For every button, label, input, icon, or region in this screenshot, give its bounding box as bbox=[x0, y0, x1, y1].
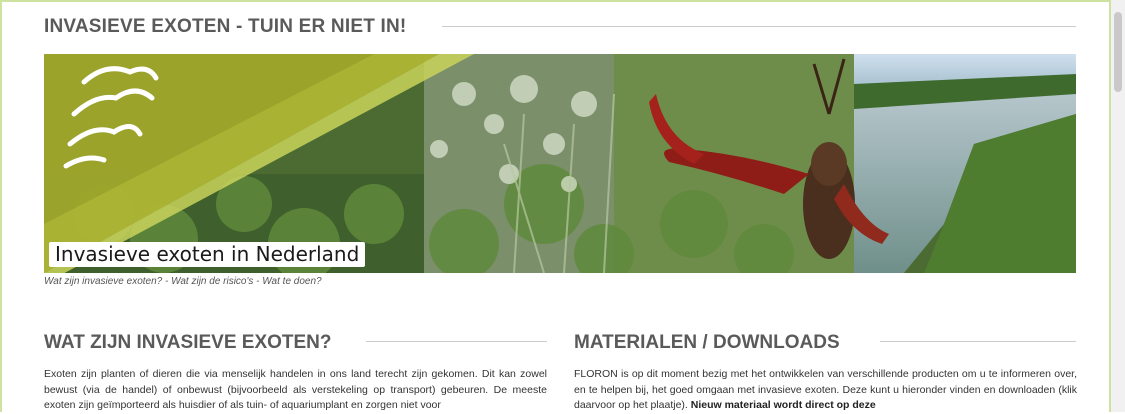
scrollbar-thumb[interactable] bbox=[1114, 12, 1122, 92]
section-divider-what bbox=[366, 341, 547, 342]
banner-caption: Invasieve exoten in Nederland bbox=[49, 242, 366, 267]
section-divider-materials bbox=[880, 341, 1076, 342]
page-title: INVASIEVE EXOTEN - TUIN ER NIET IN! bbox=[44, 16, 407, 37]
section-body-what: Exoten zijn planten of dieren die via me… bbox=[44, 368, 547, 411]
title-divider bbox=[442, 26, 1076, 27]
section-heading-what: WAT ZIJN INVASIEVE EXOTEN? bbox=[44, 332, 332, 353]
section-body-materials: FLORON is op dit moment bezig met het on… bbox=[574, 367, 1077, 414]
section-heading-materials: MATERIALEN / DOWNLOADS bbox=[574, 332, 840, 353]
page-scrollbar[interactable] bbox=[1111, 0, 1125, 412]
banner-photo bbox=[44, 54, 1076, 273]
materials-body-bold: Nieuw materiaal wordt direct op deze bbox=[690, 399, 876, 411]
image-subcaption: Wat zijn invasieve exoten? - Wat zijn de… bbox=[44, 276, 322, 287]
hero-banner[interactable]: Invasieve exoten in Nederland bbox=[44, 54, 1076, 273]
